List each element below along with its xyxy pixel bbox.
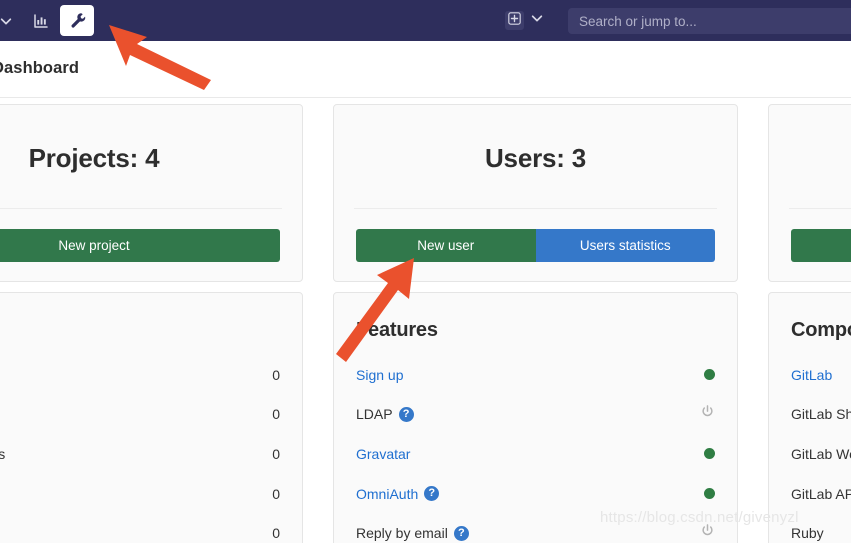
- chevron-down-icon: [0, 14, 13, 28]
- help-icon[interactable]: ?: [454, 526, 469, 541]
- list-item: Ruby: [791, 513, 851, 543]
- new-project-button[interactable]: New project: [0, 229, 280, 262]
- help-icon[interactable]: ?: [424, 486, 439, 501]
- divider: [789, 208, 851, 209]
- list-item: OmniAuth ?: [356, 474, 715, 514]
- feature-link-omniauth[interactable]: OmniAuth ?: [356, 486, 439, 502]
- list-item: GitLab Workhorse: [791, 434, 851, 474]
- list-item: Issues 0: [0, 395, 280, 435]
- component-label-ruby: Ruby: [791, 525, 824, 541]
- list-item: Snippets 0: [0, 513, 280, 543]
- status-disabled-icon: [700, 523, 715, 543]
- chevron-down-icon: [530, 11, 544, 30]
- page-title: Dashboard: [0, 59, 79, 78]
- new-group-button[interactable]: [791, 229, 851, 262]
- statistics-rows: Forks 0 Issues 0 Merge requests 0 Notes …: [0, 355, 280, 543]
- list-item: GitLab: [791, 355, 851, 395]
- search-input[interactable]: [568, 8, 851, 34]
- status-enabled-icon: [704, 369, 715, 380]
- feature-label: Sign up: [356, 367, 403, 383]
- features-card: Features Sign up LDAP ?: [333, 292, 738, 543]
- status-enabled-icon: [704, 448, 715, 459]
- groups-card: [768, 104, 851, 282]
- projects-card: Projects: 4 New project: [0, 104, 303, 282]
- navbar-right-group: [505, 0, 550, 41]
- statistics-row-value: 0: [272, 525, 280, 541]
- users-card-actions: New user Users statistics: [356, 229, 715, 262]
- list-item: LDAP ?: [356, 395, 715, 435]
- statistics-row-value: 0: [272, 367, 280, 383]
- user-menu-caret-button[interactable]: [524, 8, 550, 34]
- screen: Dashboard Projects: 4 New project Users:…: [0, 0, 851, 543]
- navbar-icon-group: [0, 0, 95, 41]
- components-heading: Components: [791, 319, 851, 342]
- projects-card-actions: New project: [0, 229, 280, 262]
- feature-label-ldap: LDAP ?: [356, 406, 414, 422]
- statistics-row-value: 0: [272, 486, 280, 502]
- top-navbar: [0, 0, 851, 41]
- navbar-analytics-button[interactable]: [24, 5, 58, 36]
- feature-label: Reply by email: [356, 525, 448, 541]
- page-header: [0, 41, 851, 98]
- feature-link-gravatar[interactable]: Gravatar: [356, 446, 410, 462]
- list-item: Notes 0: [0, 474, 280, 514]
- help-icon[interactable]: ?: [399, 407, 414, 422]
- component-label-gitlab-workhorse: GitLab Workhorse: [791, 446, 851, 462]
- statistics-row-value: 0: [272, 446, 280, 462]
- navbar-chevron-down-button[interactable]: [0, 5, 22, 36]
- components-card: Components GitLab GitLab Shell GitLab Wo…: [768, 292, 851, 543]
- divider: [354, 208, 717, 209]
- list-item: GitLab API: [791, 474, 851, 514]
- watermark: https://blog.csdn.net/givenyzl: [600, 509, 799, 526]
- plus-square-icon: [508, 12, 521, 30]
- feature-link-sign-up[interactable]: Sign up: [356, 367, 403, 383]
- statistics-card: Statistics Forks 0 Issues 0 Merge reques…: [0, 292, 303, 543]
- admin-wrench-icon: [69, 12, 86, 29]
- status-disabled-icon: [700, 404, 715, 424]
- list-item: Merge requests 0: [0, 434, 280, 474]
- list-item: Sign up: [356, 355, 715, 395]
- projects-counter: Projects: 4: [0, 143, 302, 174]
- feature-label: LDAP: [356, 406, 393, 422]
- component-link-gitlab[interactable]: GitLab: [791, 367, 832, 383]
- analytics-icon: [33, 13, 49, 29]
- feature-label: OmniAuth: [356, 486, 418, 502]
- users-statistics-button[interactable]: Users statistics: [536, 229, 716, 262]
- components-rows: GitLab GitLab Shell GitLab Workhorse Git…: [791, 355, 851, 543]
- status-enabled-icon: [704, 488, 715, 499]
- features-heading: Features: [356, 319, 438, 342]
- component-label-gitlab-api: GitLab API: [791, 486, 851, 502]
- users-counter: Users: 3: [334, 143, 737, 174]
- feature-label: Gravatar: [356, 446, 410, 462]
- users-card: Users: 3 New user Users statistics: [333, 104, 738, 282]
- list-item: GitLab Shell: [791, 395, 851, 435]
- list-item: Forks 0: [0, 355, 280, 395]
- component-label-gitlab-shell: GitLab Shell: [791, 406, 851, 422]
- navbar-admin-area-button[interactable]: [60, 5, 94, 36]
- statistics-row-value: 0: [272, 406, 280, 422]
- feature-label-reply-by-email: Reply by email ?: [356, 525, 469, 541]
- new-dropdown-button[interactable]: [505, 11, 524, 30]
- list-item: Gravatar: [356, 434, 715, 474]
- groups-card-actions: [791, 229, 851, 262]
- divider: [0, 208, 282, 209]
- statistics-row-label: Merge requests: [0, 446, 5, 462]
- new-user-button[interactable]: New user: [356, 229, 536, 262]
